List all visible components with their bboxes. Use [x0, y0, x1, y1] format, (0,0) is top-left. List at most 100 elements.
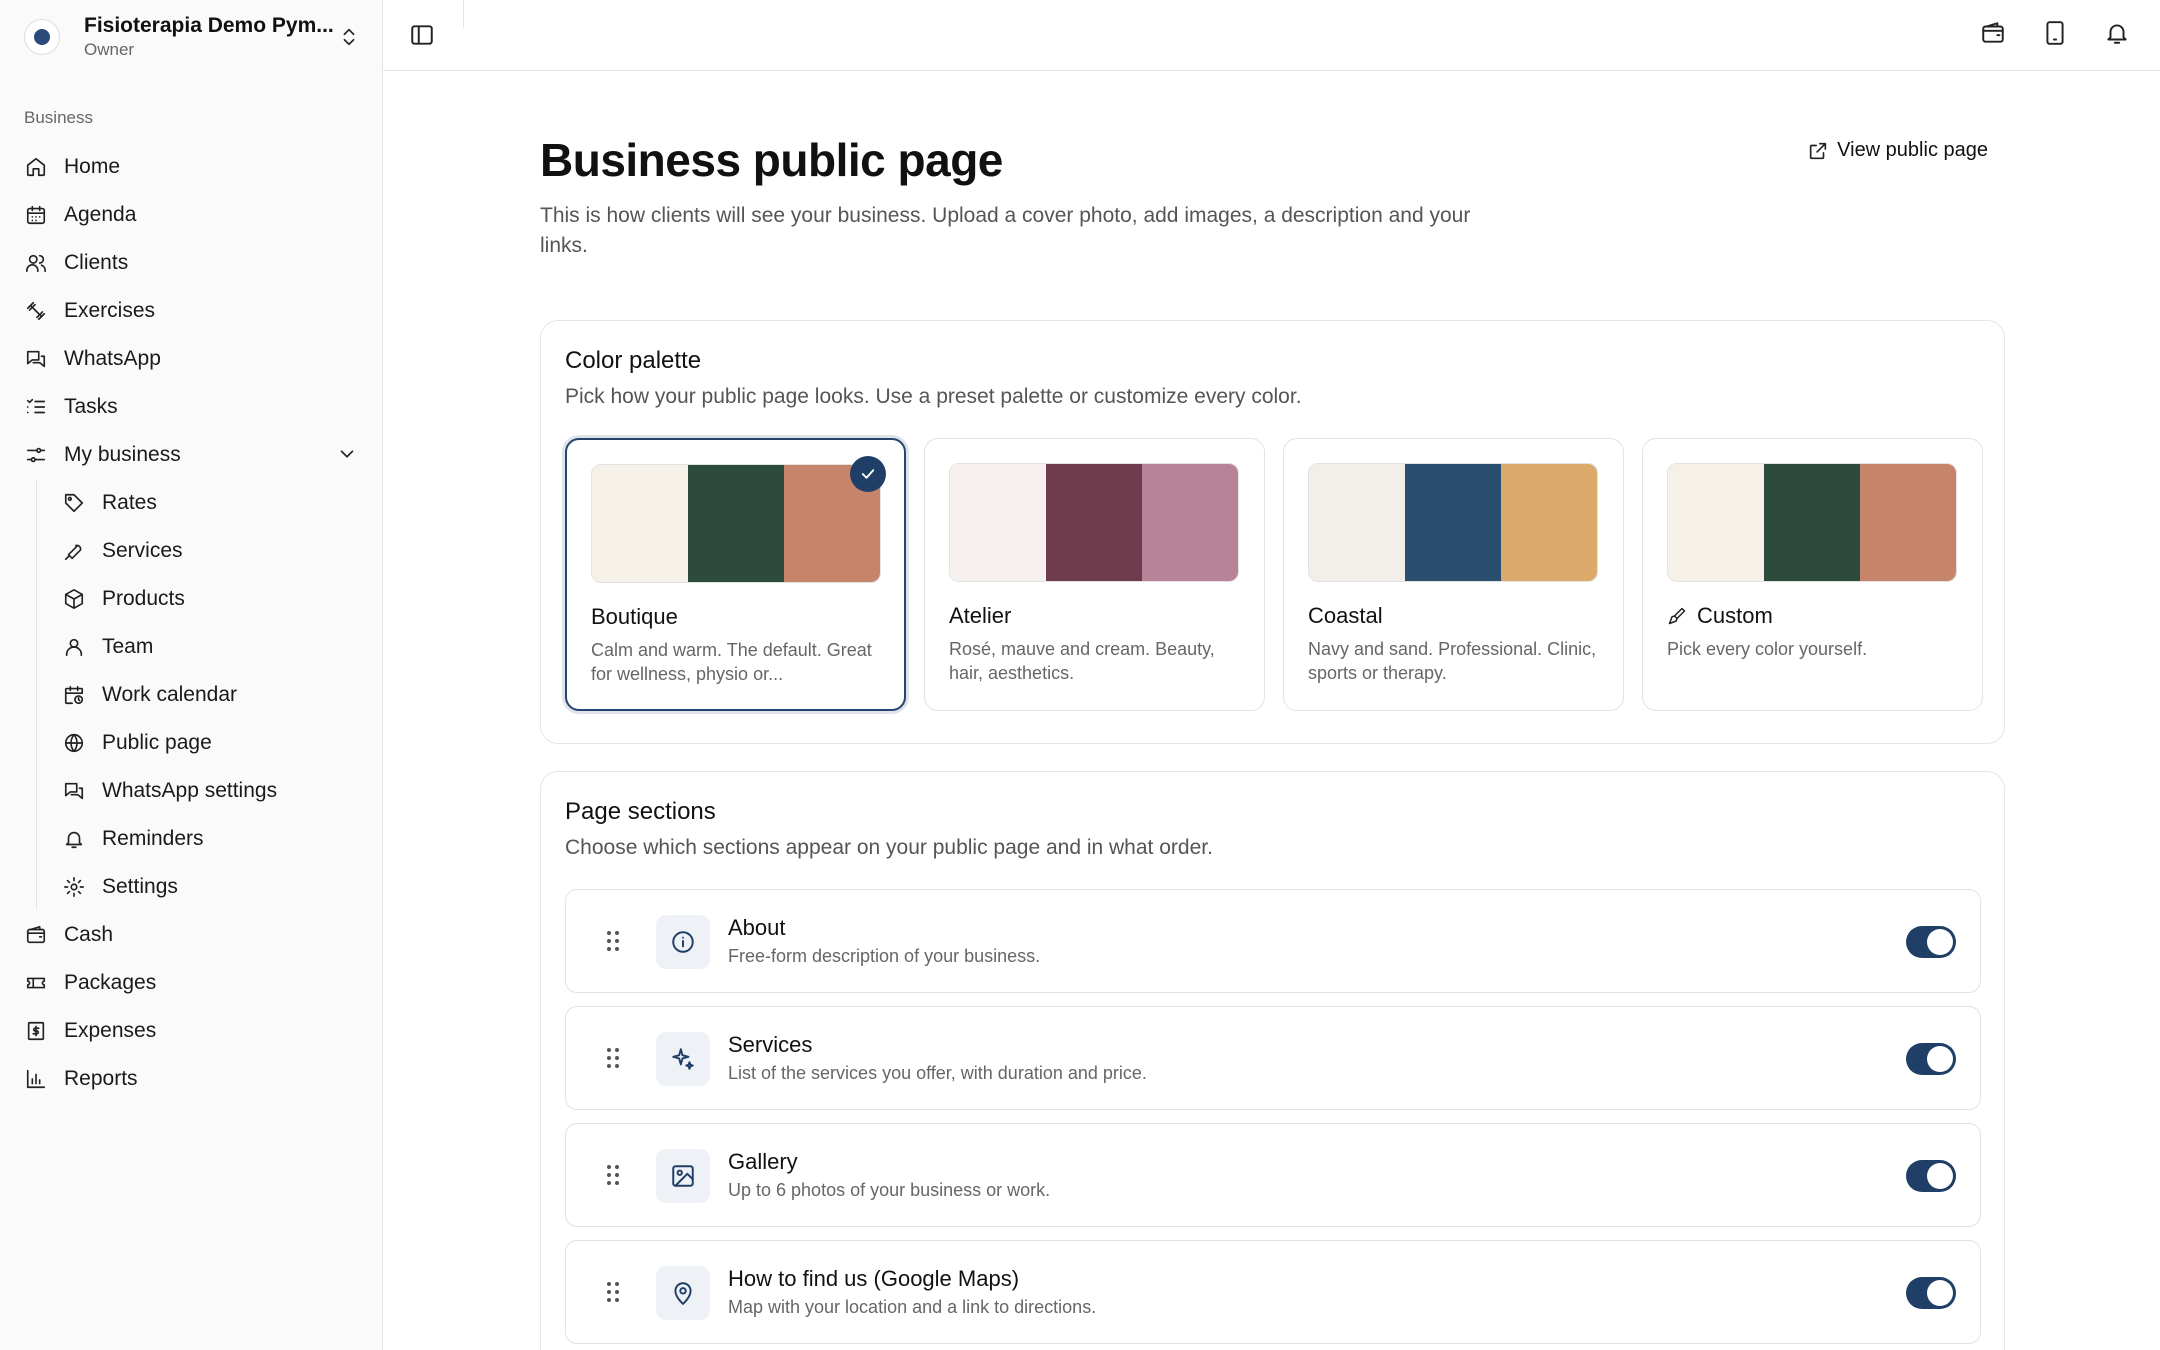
palette-option-boutique[interactable]: Boutique Calm and warm. The default. Gre…: [565, 438, 906, 711]
sidebar-item-reports[interactable]: Reports: [20, 1055, 366, 1103]
card-title: Page sections: [565, 798, 716, 825]
wallet-icon[interactable]: [1980, 20, 2006, 46]
sidebar-item-label: WhatsApp settings: [102, 779, 278, 802]
sidebar-item-tasks[interactable]: Tasks: [20, 383, 366, 431]
gear-icon: [62, 875, 86, 899]
color-palette-card: Color palette Pick how your public page …: [540, 320, 2005, 744]
color-swatch: [591, 464, 881, 583]
sidebar-item-label: Expenses: [64, 1019, 157, 1042]
section-title: Gallery: [728, 1149, 798, 1174]
sidebar-item-settings[interactable]: Settings: [20, 863, 366, 911]
sliders-icon: [24, 443, 48, 467]
sidebar-nav: Home Agenda Clients Exercises WhatsApp T…: [20, 143, 366, 1103]
palette-name: Atelier: [949, 603, 1012, 628]
sidebar-item-label: Clients: [64, 251, 129, 274]
sidebar-item-public-page[interactable]: Public page: [20, 719, 366, 767]
check-icon: [850, 456, 886, 492]
swatch-color: [950, 464, 1046, 581]
sidebar-item-label: Settings: [102, 875, 178, 898]
section-toggle[interactable]: [1906, 1277, 1956, 1309]
page-title: Business public page: [540, 134, 1003, 186]
section-toggle[interactable]: [1906, 926, 1956, 958]
wallet-icon: [24, 923, 48, 947]
section-title: Services: [728, 1032, 813, 1057]
section-title: About: [728, 915, 786, 940]
sidebar-section-label: Business: [24, 108, 93, 127]
palette-option-custom[interactable]: Custom Pick every color yourself.: [1642, 438, 1983, 711]
drag-handle-icon[interactable]: [606, 1047, 620, 1069]
sidebar-item-team[interactable]: Team: [20, 623, 366, 671]
sidebar-item-whatsapp[interactable]: WhatsApp: [20, 335, 366, 383]
color-swatch: [1667, 463, 1957, 582]
package-icon: [62, 587, 86, 611]
sidebar-item-cash[interactable]: Cash: [20, 911, 366, 959]
org-switcher[interactable]: Fisioterapia Demo Pym... Owner: [24, 12, 364, 62]
chat-icon: [24, 347, 48, 371]
tablet-icon[interactable]: [2042, 20, 2068, 46]
section-description: Free-form description of your business.: [728, 946, 1041, 966]
sidebar-item-clients[interactable]: Clients: [20, 239, 366, 287]
view-public-page-label: View public page: [1837, 139, 1988, 161]
sidebar-item-whatsapp-settings[interactable]: WhatsApp settings: [20, 767, 366, 815]
bell-icon[interactable]: [2104, 20, 2130, 46]
section-title: How to find us (Google Maps): [728, 1266, 1020, 1291]
palette-description: Navy and sand. Professional. Clinic, spo…: [1308, 639, 1597, 683]
sidebar-item-label: Tasks: [64, 395, 118, 418]
sidebar-item-home[interactable]: Home: [20, 143, 366, 191]
sidebar-item-agenda[interactable]: Agenda: [20, 191, 366, 239]
sidebar-toggle-icon[interactable]: [409, 22, 435, 48]
palette-option-atelier[interactable]: Atelier Rosé, mauve and cream. Beauty, h…: [924, 438, 1265, 711]
sidebar-item-label: Reminders: [102, 827, 204, 850]
color-swatch: [949, 463, 1239, 582]
view-public-page-link[interactable]: View public page: [1807, 139, 1988, 162]
card-subtitle: Choose which sections appear on your pub…: [565, 836, 1213, 859]
palette-option-coastal[interactable]: Coastal Navy and sand. Professional. Cli…: [1283, 438, 1624, 711]
sidebar-item-label: Reports: [64, 1067, 138, 1090]
swatch-color: [1405, 464, 1501, 581]
org-name: Fisioterapia Demo Pym...: [84, 14, 334, 37]
section-description: Map with your location and a link to dir…: [728, 1297, 1097, 1317]
palette-name-row: Custom: [1667, 603, 1773, 629]
drag-handle-icon[interactable]: [606, 1164, 620, 1186]
section-toggle[interactable]: [1906, 1160, 1956, 1192]
palette-description: Calm and warm. The default. Great for we…: [591, 640, 872, 684]
sidebar-item-expenses[interactable]: Expenses: [20, 1007, 366, 1055]
palette-description: Pick every color yourself.: [1667, 639, 1868, 659]
sidebar-item-packages[interactable]: Packages: [20, 959, 366, 1007]
palette-name: Custom: [1697, 603, 1773, 628]
palette-name: Boutique: [591, 604, 678, 629]
card-title: Color palette: [565, 347, 702, 374]
swatch-color: [1046, 464, 1142, 581]
section-list: About Free-form description of your busi…: [565, 889, 1981, 1350]
palette-options: Boutique Calm and warm. The default. Gre…: [565, 438, 1983, 711]
drag-handle-icon[interactable]: [606, 930, 620, 952]
receipt-icon: [24, 1019, 48, 1043]
sidebar-item-my-business[interactable]: My business: [20, 431, 366, 479]
sidebar-item-exercises[interactable]: Exercises: [20, 287, 366, 335]
tag-icon: [62, 491, 86, 515]
drag-handle-icon[interactable]: [606, 1281, 620, 1303]
map-pin-icon: [656, 1266, 710, 1320]
chevron-down-icon: [340, 450, 354, 458]
globe-icon: [62, 731, 86, 755]
section-row-maps: How to find us (Google Maps) Map with yo…: [565, 1240, 1981, 1344]
sidebar-item-products[interactable]: Products: [20, 575, 366, 623]
sidebar-item-label: Services: [102, 539, 183, 562]
sidebar-item-label: Rates: [102, 491, 157, 514]
sidebar-item-label: Exercises: [64, 299, 156, 322]
section-toggle[interactable]: [1906, 1043, 1956, 1075]
topbar: [383, 0, 2160, 71]
sidebar-item-label: Products: [102, 587, 185, 610]
swatch-color: [1142, 464, 1238, 581]
org-role: Owner: [84, 40, 135, 59]
color-swatch: [1308, 463, 1598, 582]
sidebar-item-label: Work calendar: [102, 683, 238, 706]
list-check-icon: [24, 395, 48, 419]
sidebar-item-work-calendar[interactable]: Work calendar: [20, 671, 366, 719]
sidebar-item-services[interactable]: Services: [20, 527, 366, 575]
sidebar-item-rates[interactable]: Rates: [20, 479, 366, 527]
paintbrush-icon: [1668, 607, 1686, 625]
sidebar-item-label: Cash: [64, 923, 114, 946]
sidebar-item-reminders[interactable]: Reminders: [20, 815, 366, 863]
sidebar-item-label: WhatsApp: [64, 347, 161, 370]
